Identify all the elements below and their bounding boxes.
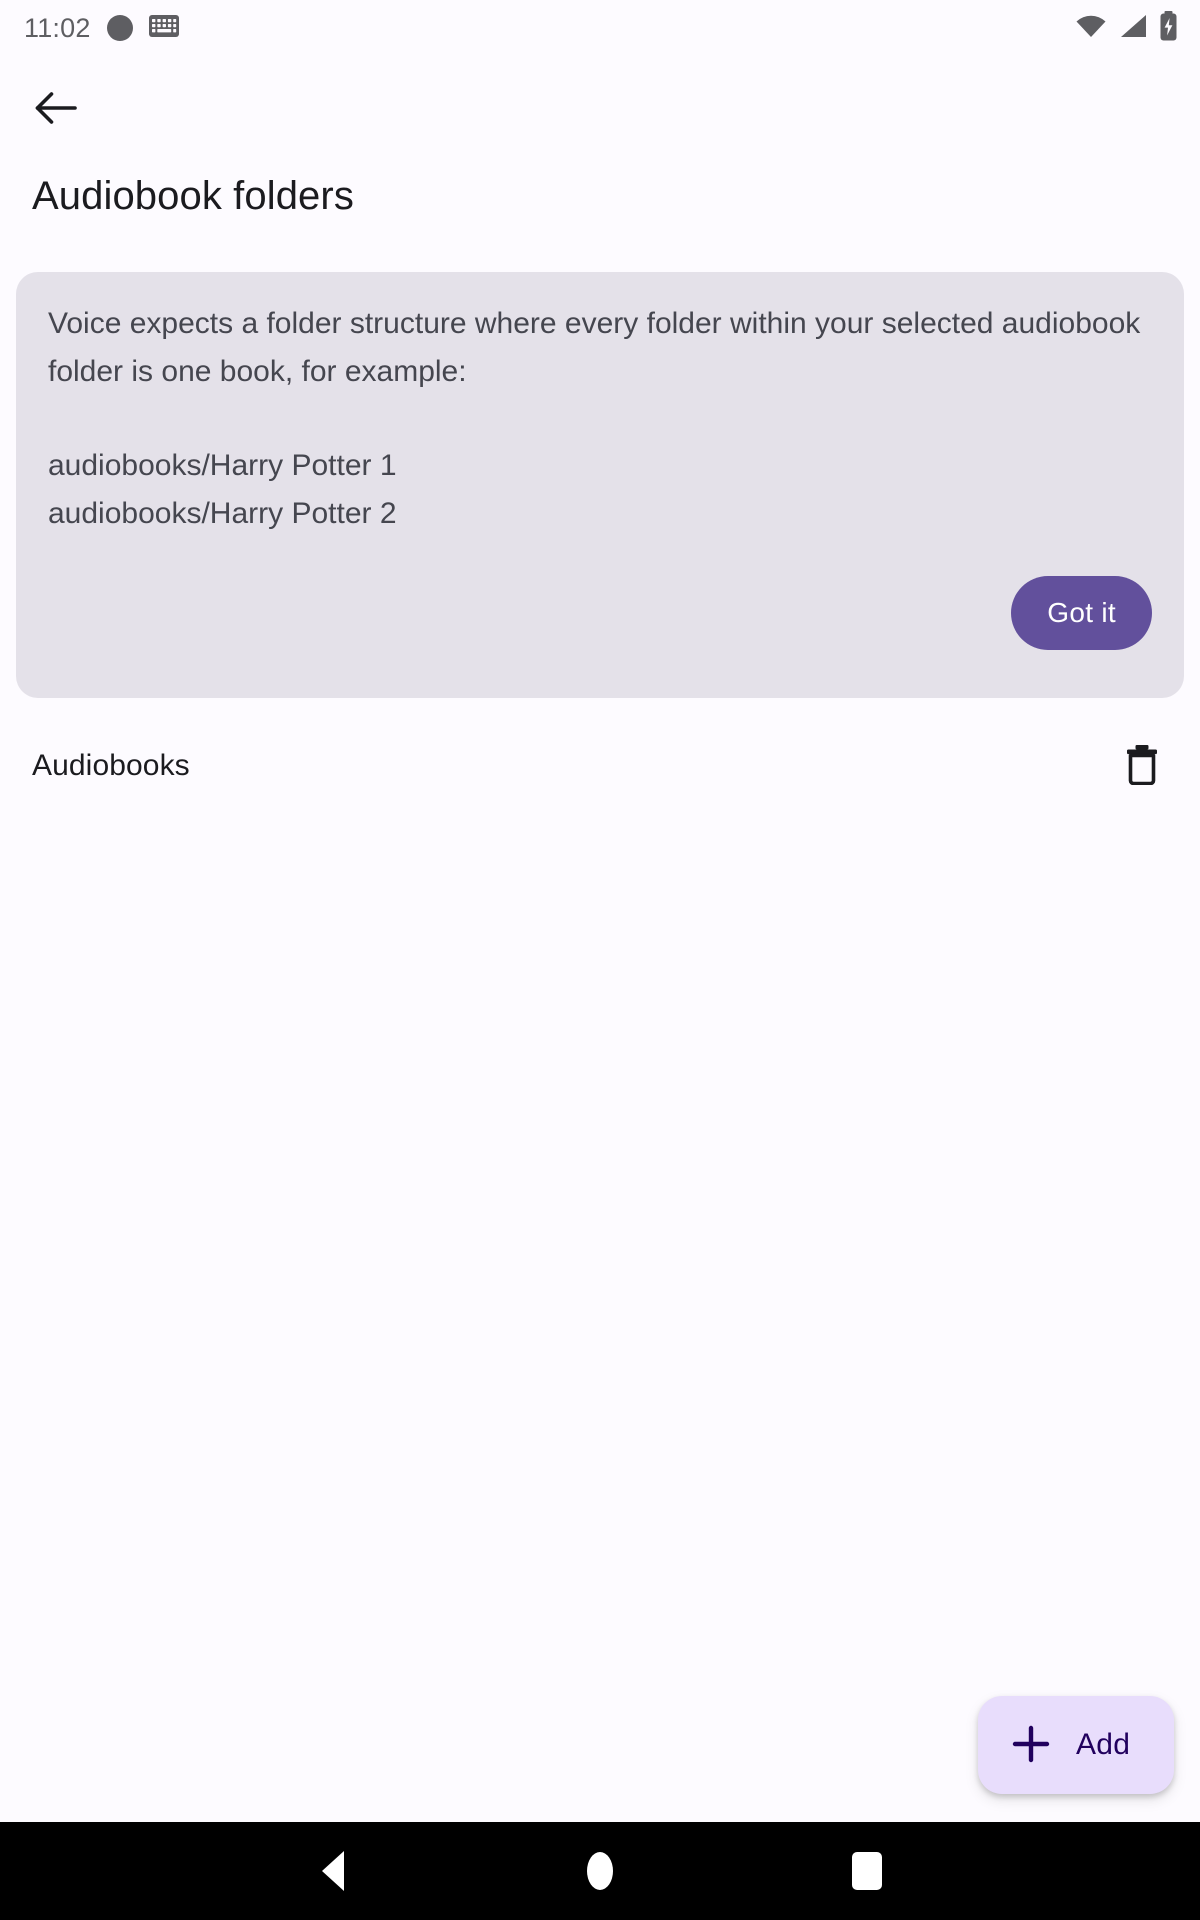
arrow-left-icon — [34, 90, 78, 131]
status-bar: 11:02 — [0, 0, 1200, 56]
android-navigation-bar — [0, 1822, 1200, 1920]
keyboard-icon — [148, 14, 179, 42]
nav-recents-button[interactable] — [827, 1831, 907, 1911]
folder-name: Audiobooks — [32, 749, 190, 782]
circle-icon — [106, 15, 133, 41]
status-bar-left: 11:02 — [24, 13, 179, 44]
add-folder-fab[interactable]: Add — [978, 1696, 1174, 1794]
example-path: audiobooks/Harry Potter 1 — [48, 449, 397, 482]
example-path: audiobooks/Harry Potter 2 — [48, 497, 397, 530]
trash-icon — [1123, 743, 1161, 790]
status-bar-right — [1075, 10, 1178, 46]
info-card-actions: Got it — [48, 576, 1152, 650]
battery-charging-icon — [1159, 10, 1178, 46]
info-card-examples: audiobooks/Harry Potter 1 audiobooks/Har… — [48, 442, 1152, 538]
nav-home-button[interactable] — [560, 1831, 640, 1911]
nav-back-button[interactable] — [293, 1831, 373, 1911]
wifi-icon — [1075, 14, 1107, 43]
back-button[interactable] — [18, 72, 94, 148]
list-item[interactable]: Audiobooks — [0, 718, 1200, 814]
info-card-paragraph: Voice expects a folder structure where e… — [48, 307, 1141, 388]
status-clock: 11:02 — [24, 12, 91, 43]
folder-structure-info-card: Voice expects a folder structure where e… — [16, 272, 1184, 698]
triangle-back-icon — [322, 1851, 345, 1891]
delete-folder-button[interactable] — [1106, 730, 1178, 802]
square-recents-icon — [851, 1852, 882, 1890]
plus-icon — [1010, 1723, 1052, 1768]
cellular-signal-icon — [1118, 14, 1148, 43]
circle-home-icon — [586, 1852, 613, 1890]
page-title: Audiobook folders — [32, 174, 354, 218]
folder-list: Audiobooks — [0, 718, 1200, 814]
add-folder-fab-label: Add — [1076, 1728, 1131, 1761]
app-bar: Audiobook folders — [0, 56, 1200, 272]
got-it-button[interactable]: Got it — [1011, 576, 1152, 650]
